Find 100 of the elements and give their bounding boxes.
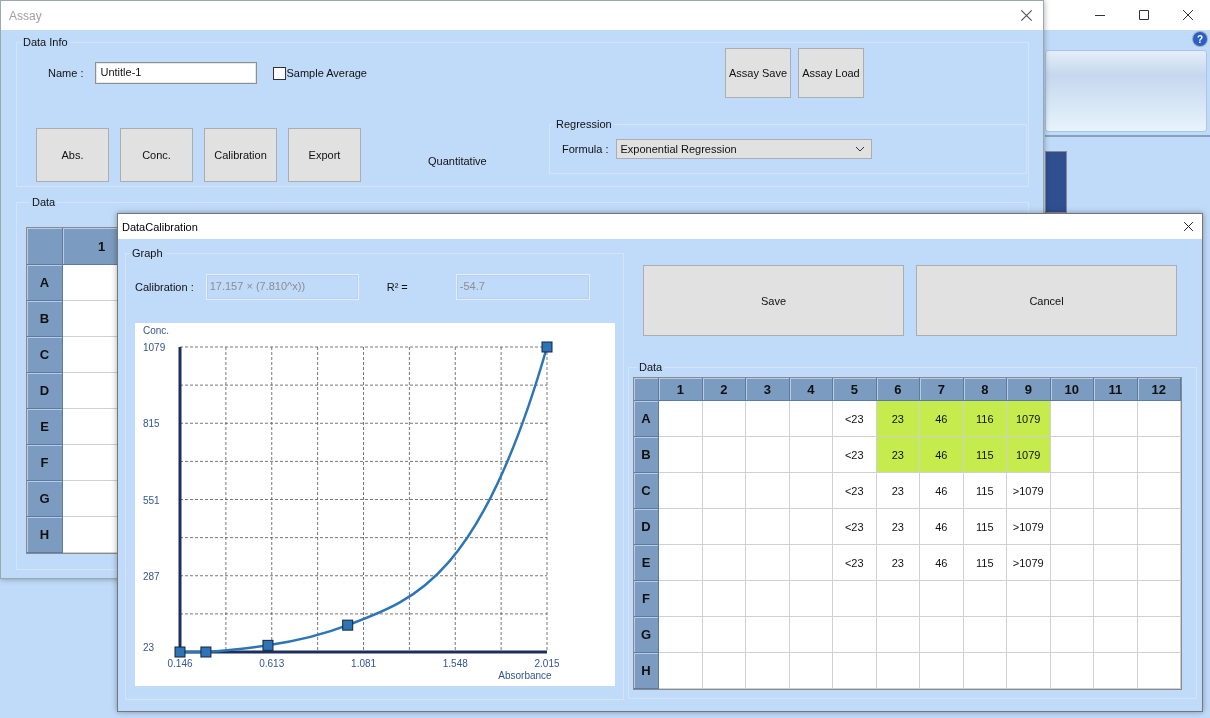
- tick-label: 0.613: [259, 658, 285, 669]
- corner-cell: [27, 228, 63, 265]
- table-cell: <23: [833, 545, 877, 581]
- corner-cell: [634, 378, 659, 401]
- row-header: E: [27, 409, 63, 445]
- table-cell: <23: [833, 437, 877, 473]
- table-cell: <23: [833, 509, 877, 545]
- row-header: F: [27, 445, 63, 481]
- tick-label: 551: [143, 494, 160, 506]
- table-cell: 46: [920, 545, 964, 581]
- checkbox[interactable]: [273, 66, 287, 80]
- action-button[interactable]: Export: [288, 128, 361, 182]
- row-header: C: [27, 337, 63, 373]
- column-header: 10: [1050, 378, 1094, 401]
- help-icon[interactable]: ?: [1193, 32, 1207, 46]
- data-point: [200, 646, 212, 658]
- tick-label: 0.146: [167, 658, 193, 669]
- checkbox-label: Sample Average: [286, 67, 367, 79]
- row-header: H: [27, 517, 63, 553]
- side-panel: [1045, 151, 1067, 213]
- column-header: 2: [702, 378, 746, 401]
- formula-field: 17.157 × (7.810^x)): [205, 274, 359, 300]
- table-cell: 46: [920, 437, 964, 473]
- data-point: [342, 619, 354, 631]
- file-button[interactable]: Assay Save: [725, 48, 791, 98]
- table-cell: >1079: [1007, 509, 1051, 545]
- action-button[interactable]: Conc.: [120, 128, 193, 182]
- table-cell: <23: [833, 473, 877, 509]
- table-cell: 46: [920, 401, 964, 437]
- table-cell: 46: [920, 473, 964, 509]
- table-cell: 115: [963, 545, 1007, 581]
- column-header: 1: [659, 378, 703, 401]
- axis-title: Absorbance: [498, 670, 552, 681]
- field-label: Name :: [48, 67, 84, 79]
- table-cell: 1079: [1007, 401, 1051, 437]
- column-header: 7: [920, 378, 964, 401]
- column-header: 4: [789, 378, 833, 401]
- close-icon: [1182, 9, 1194, 21]
- data-point: [262, 639, 274, 651]
- dialog-button[interactable]: Cancel: [916, 265, 1177, 336]
- close-icon: [1183, 221, 1194, 232]
- table-cell: 115: [963, 509, 1007, 545]
- file-button[interactable]: Assay Load: [798, 48, 864, 98]
- row-header: D: [27, 373, 63, 409]
- column-header: 12: [1137, 378, 1181, 401]
- data-point: [541, 341, 553, 353]
- field-label: Formula :: [562, 143, 609, 155]
- row-header: A: [27, 265, 63, 301]
- group-title: Data: [638, 361, 664, 373]
- tick-label: 815: [143, 418, 160, 430]
- row-header: G: [27, 481, 63, 517]
- table-cell: 116: [963, 401, 1007, 437]
- table-cell: 23: [876, 437, 920, 473]
- table-cell: 23: [876, 509, 920, 545]
- axis-title: Conc.: [143, 325, 170, 336]
- column-header: 6: [876, 378, 920, 401]
- table-cell: >1079: [1007, 545, 1051, 581]
- tick-label: 1.081: [351, 658, 377, 669]
- table-cell: 46: [920, 509, 964, 545]
- column-header: 9: [1007, 378, 1051, 401]
- r-squared-field: -54.7: [455, 274, 590, 300]
- table-cell: 1079: [1007, 437, 1051, 473]
- table-cell: <23: [833, 401, 877, 437]
- row-header: E: [634, 545, 659, 581]
- mode-label: Quantitative: [428, 155, 487, 169]
- group-title: Regression: [555, 118, 613, 130]
- table-cell: 23: [876, 473, 920, 509]
- window-title: Assay: [9, 8, 42, 23]
- table-cell: 115: [963, 437, 1007, 473]
- tick-label: 1079: [143, 342, 166, 353]
- dialog-button[interactable]: Save: [643, 265, 904, 336]
- formula-dropdown[interactable]: Exponential Regression: [616, 139, 873, 159]
- table-cell: 23: [876, 401, 920, 437]
- close-icon: [1020, 9, 1033, 22]
- row-header: F: [634, 581, 659, 617]
- table-cell: 23: [876, 545, 920, 581]
- group-title: Data Info: [22, 36, 69, 48]
- maximize-icon: [1138, 9, 1150, 21]
- column-header: 11: [1094, 378, 1138, 401]
- data-point: [174, 646, 186, 658]
- row-header: G: [634, 617, 659, 653]
- row-header: H: [634, 653, 659, 689]
- table-cell: 115: [963, 473, 1007, 509]
- field-label: Calibration :: [135, 281, 194, 293]
- column-header: 5: [833, 378, 877, 401]
- row-header: A: [634, 401, 659, 437]
- table-cell: >1079: [1007, 473, 1051, 509]
- chevron-icon: [855, 146, 866, 152]
- row-header: D: [634, 509, 659, 545]
- column-header: 8: [963, 378, 1007, 401]
- field-label: R² =: [386, 281, 408, 293]
- name-field[interactable]: Untitle-1: [95, 62, 258, 84]
- action-button[interactable]: Abs.: [36, 128, 109, 182]
- row-header: B: [27, 301, 63, 337]
- action-button[interactable]: Calibration: [204, 128, 277, 182]
- row-header: C: [634, 473, 659, 509]
- tick-label: 287: [143, 570, 160, 582]
- tick-label: 2.015: [534, 658, 560, 669]
- tick-label: 23: [143, 642, 155, 653]
- group-title: Data: [31, 196, 57, 208]
